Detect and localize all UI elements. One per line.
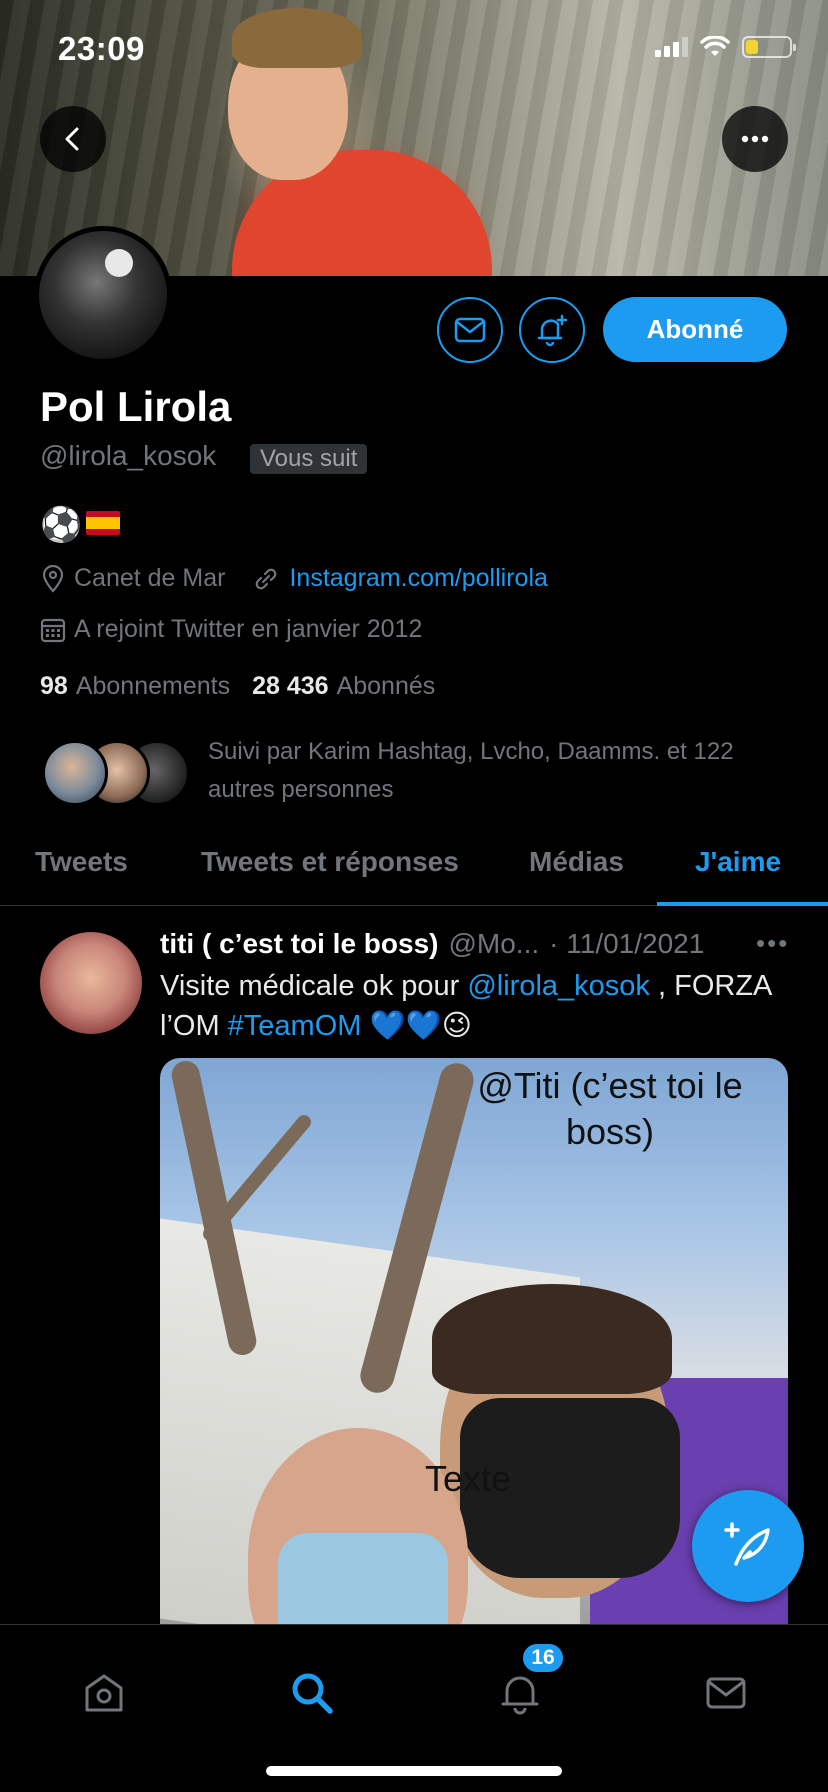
tab-likes[interactable]: J'aime	[695, 846, 781, 878]
tweet-header: titi ( c’est toi le boss) @Mo... · 11/01…	[160, 928, 800, 960]
link-icon	[256, 568, 277, 589]
tweet-author-avatar[interactable]	[40, 932, 142, 1034]
tweet-hashtag-link[interactable]: #TeamOM	[228, 1010, 362, 1042]
battery-icon	[742, 36, 796, 58]
more-horizontal-icon	[741, 135, 769, 143]
following-button[interactable]: Abonné	[603, 297, 787, 362]
message-button[interactable]	[437, 297, 503, 363]
media-caption-text: @Titi (c’est toi le boss)	[477, 1065, 743, 1152]
chevron-left-icon	[65, 127, 79, 151]
followers-count[interactable]: 28 436	[252, 672, 328, 701]
profile-name: Pol Lirola	[40, 383, 232, 430]
status-time: 23:09	[58, 30, 145, 67]
bell-icon	[501, 1676, 539, 1715]
spain-flag-icon	[86, 511, 121, 535]
back-button[interactable]	[40, 106, 106, 172]
mail-icon	[706, 1677, 746, 1709]
profile-tabs: Tweets Tweets et réponses Médias J'aime	[0, 836, 828, 906]
profile-handle: @lirola_kosok	[40, 440, 217, 471]
cellular-signal-icon	[655, 37, 688, 57]
nav-search[interactable]	[282, 1663, 342, 1723]
tab-tweets[interactable]: Tweets	[35, 846, 128, 878]
profile-bio: ⚽	[40, 505, 121, 545]
nav-messages[interactable]	[696, 1663, 756, 1723]
tweet-text-part: Visite médicale ok pour	[160, 970, 468, 1002]
follower-avatar	[42, 740, 108, 806]
bell-plus-icon	[537, 314, 568, 347]
profile-counts: 98 Abonnements 28 436 Abonnés	[40, 672, 435, 701]
tweet-author-handle[interactable]: @Mo...	[448, 928, 539, 960]
tweet-author-name[interactable]: titi ( c’est toi le boss)	[160, 928, 438, 960]
search-icon	[292, 1673, 333, 1714]
profile-meta: Canet de Mar Instagram.com/pollirola	[40, 564, 548, 593]
followed-by-avatars[interactable]	[40, 740, 190, 806]
status-icons	[655, 36, 796, 58]
home-icon	[85, 1674, 123, 1712]
location-pin-icon	[42, 564, 64, 593]
profile-joined-date: A rejoint Twitter en janvier 2012	[74, 615, 423, 643]
tweet-text: Visite médicale ok pour @lirola_kosok , …	[160, 966, 790, 1046]
followers-label[interactable]: Abonnés	[337, 672, 436, 701]
tweet-emojis: 💙💙😉	[361, 1010, 472, 1042]
profile-website-link[interactable]: Instagram.com/pollirola	[289, 564, 547, 593]
home-indicator[interactable]	[266, 1766, 562, 1776]
tab-tweets-replies[interactable]: Tweets et réponses	[201, 846, 459, 878]
nav-home[interactable]	[74, 1663, 134, 1723]
mail-icon	[454, 317, 486, 343]
following-count[interactable]: 98	[40, 672, 68, 701]
bio-text: ⚽	[40, 506, 83, 544]
notify-button[interactable]	[519, 297, 585, 363]
calendar-icon	[40, 618, 66, 642]
active-tab-indicator	[657, 902, 828, 906]
compose-tweet-button[interactable]	[692, 1490, 804, 1602]
more-options-button[interactable]	[722, 106, 788, 172]
tab-media[interactable]: Médias	[529, 846, 624, 878]
compose-feather-icon	[724, 1522, 770, 1566]
profile-avatar[interactable]	[34, 226, 172, 364]
tweet-date: · 11/01/2021	[549, 928, 705, 959]
tweet-more-button[interactable]: •••	[756, 928, 789, 959]
profile-location: Canet de Mar	[74, 564, 226, 592]
media-overlay-text: Texte	[425, 1458, 512, 1499]
profile-joined-row: A rejoint Twitter en janvier 2012	[40, 615, 422, 644]
follows-you-badge: Vous suit	[250, 444, 368, 474]
following-label[interactable]: Abonnements	[76, 672, 230, 701]
tweet-mention-link[interactable]: @lirola_kosok	[467, 970, 650, 1002]
followed-by-text[interactable]: Suivi par Karim Hashtag, Lvcho, Daamms. …	[208, 733, 768, 809]
wifi-icon	[700, 36, 730, 56]
notifications-badge[interactable]: 16	[520, 1641, 566, 1675]
